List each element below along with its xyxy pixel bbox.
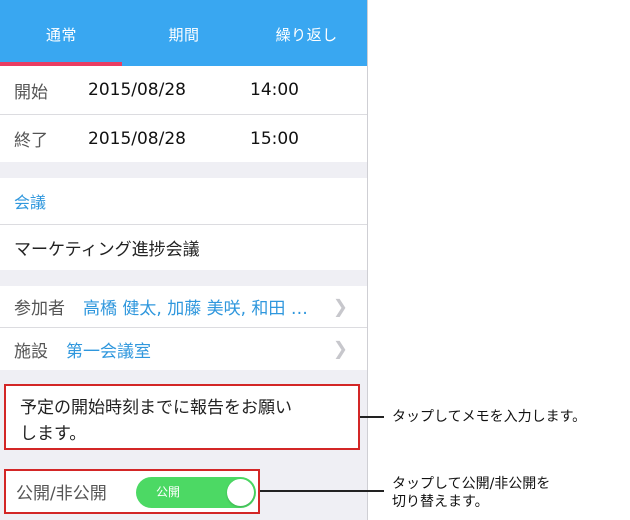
visibility-callout-line	[260, 490, 384, 492]
end-date[interactable]: 2015/08/28	[88, 129, 186, 149]
visibility-annotation-line-2: 切り替えます。	[392, 494, 489, 510]
visibility-row: 公開/非公開 公開	[4, 469, 260, 514]
tab-period-label: 期間	[168, 25, 200, 44]
event-title: マーケティング進捗会議	[14, 240, 200, 260]
facility-row[interactable]: 施設 第一会議室 ❯	[0, 328, 367, 370]
start-label: 開始	[14, 82, 48, 103]
category-value[interactable]: 会議	[14, 189, 46, 213]
start-time[interactable]: 14:00	[250, 80, 299, 100]
title-row[interactable]: マーケティング進捗会議	[0, 225, 367, 270]
canvas: 通常 期間 繰り返し 開始 2015/08/28 14:00 終了 2015/0…	[0, 0, 630, 520]
title-section: 会議 マーケティング進捗会議	[0, 178, 367, 270]
memo-annotation: タップしてメモを入力します。	[392, 409, 587, 425]
start-row[interactable]: 開始 2015/08/28 14:00	[0, 66, 367, 114]
people-section: 参加者 高橋 健太, 加藤 美咲, 和田 … ❯ 施設 第一会議室 ❯	[0, 286, 367, 370]
visibility-toggle[interactable]: 公開	[136, 477, 256, 508]
facility-label: 施設	[14, 341, 48, 362]
toggle-knob	[227, 479, 254, 506]
datetime-section: 開始 2015/08/28 14:00 終了 2015/08/28 15:00	[0, 66, 367, 162]
end-label: 終了	[14, 131, 48, 151]
visibility-annotation: タップして公開/非公開を 切り替えます。	[392, 475, 550, 511]
tab-normal-label: 通常	[45, 25, 77, 44]
memo-callout-line	[360, 416, 384, 418]
tab-normal[interactable]: 通常	[0, 0, 123, 66]
toggle-text: 公開	[156, 485, 181, 499]
chevron-right-icon: ❯	[332, 338, 348, 360]
tab-repeat-label: 繰り返し	[275, 25, 338, 44]
tab-period[interactable]: 期間	[123, 0, 246, 66]
tab-bar: 通常 期間 繰り返し	[0, 0, 367, 66]
chevron-right-icon: ❯	[332, 296, 348, 317]
phone-screen: 通常 期間 繰り返し 開始 2015/08/28 14:00 終了 2015/0…	[0, 0, 368, 520]
tab-repeat[interactable]: 繰り返し	[245, 0, 367, 66]
visibility-label: 公開/非公開	[16, 484, 107, 504]
facility-value: 第一会議室	[66, 341, 151, 362]
end-time[interactable]: 15:00	[250, 129, 299, 149]
memo-field[interactable]: 予定の開始時刻までに報告をお願い します。	[4, 384, 360, 450]
start-date[interactable]: 2015/08/28	[88, 80, 186, 100]
memo-line-2: します。	[20, 424, 87, 444]
end-row[interactable]: 終了 2015/08/28 15:00	[0, 115, 367, 162]
participants-value: 高橋 健太, 加藤 美咲, 和田 …	[83, 299, 308, 319]
visibility-annotation-line-1: タップして公開/非公開を	[392, 476, 551, 492]
category-row[interactable]: 会議	[0, 178, 367, 224]
memo-line-1: 予定の開始時刻までに報告をお願い	[20, 398, 292, 418]
participants-label: 参加者	[14, 299, 65, 319]
participants-row[interactable]: 参加者 高橋 健太, 加藤 美咲, 和田 … ❯	[0, 286, 367, 327]
